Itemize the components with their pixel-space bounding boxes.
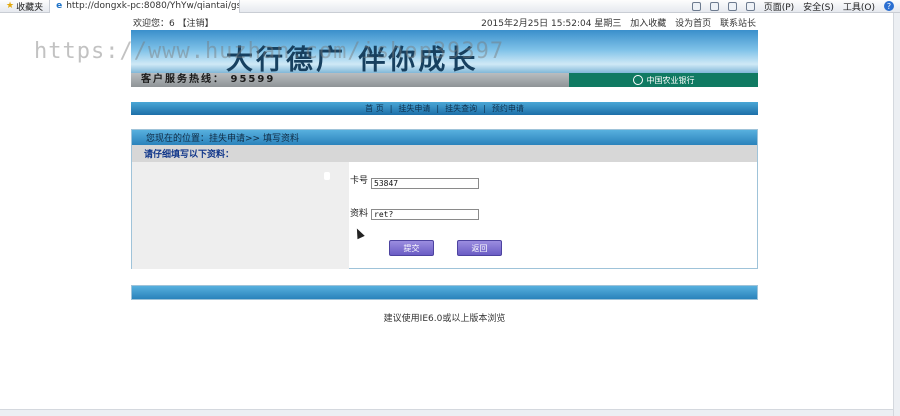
bank-name: 中国农业银行 — [646, 75, 695, 85]
nav-separator: | — [389, 104, 393, 113]
add-favorite-link[interactable]: 加入收藏 — [630, 19, 666, 29]
horizontal-scrollbar[interactable] — [0, 409, 893, 416]
set-homepage-link[interactable]: 设为首页 — [675, 19, 711, 29]
help-icon[interactable]: ? — [884, 1, 894, 11]
nav-loss-apply[interactable]: 挂失申请 — [398, 103, 430, 114]
decorative-mark — [324, 172, 330, 180]
browser-tools: 页面(P) 安全(S) 工具(O) ? — [691, 0, 900, 13]
page-menu[interactable]: 页面(P) — [764, 0, 794, 13]
mail-icon[interactable] — [727, 1, 737, 11]
form-panel: 您现在的位置：挂失申请>> 填写资料 请仔细填写以下资料： 卡号 资料 提交 返… — [131, 129, 758, 269]
footer-bar — [131, 285, 758, 300]
submit-button[interactable]: 提交 — [389, 240, 434, 256]
favorites-label: 收藏夹 — [16, 2, 44, 13]
safety-menu[interactable]: 安全(S) — [803, 0, 834, 13]
info-field: 资料 — [350, 204, 480, 220]
tab-url: http://dongxk-pc:8080/YhYw/qiantai/gssq.… — [66, 1, 241, 11]
card-number-field: 卡号 — [350, 170, 480, 189]
mouse-cursor-icon — [353, 226, 365, 240]
tools-menu[interactable]: 工具(O) — [843, 0, 875, 13]
browser-tip: 建议使用IE6.0或以上版本浏览 — [383, 314, 506, 324]
nav-loss-query[interactable]: 挂失查询 — [445, 103, 477, 114]
top-info-bar: 欢迎您：6 【注销】 2015年2月25日 15:52:04 星期三 加入收藏 … — [131, 15, 758, 30]
feed-icon[interactable] — [709, 1, 719, 11]
left-panel — [132, 162, 349, 269]
browser-tab[interactable]: e http://dongxk-pc:8080/YhYw/qiantai/gss… — [50, 0, 241, 13]
favorites-button[interactable]: ★ 收藏夹 — [0, 0, 51, 13]
welcome-text[interactable]: 欢迎您：6 【注销】 — [133, 16, 214, 29]
breadcrumb: 您现在的位置：挂失申请>> 填写资料 — [132, 130, 757, 145]
bank-logo-icon — [632, 75, 643, 85]
info-input[interactable] — [371, 209, 480, 220]
nav-separator: | — [436, 104, 440, 113]
vertical-scrollbar[interactable] — [893, 13, 900, 416]
nav-appointment[interactable]: 预约申请 — [492, 103, 524, 114]
watermark-text: https://www.huzhan.com/ishop39397 — [34, 39, 505, 64]
nav-separator: | — [483, 104, 486, 113]
card-number-input[interactable] — [371, 178, 480, 189]
nav-home[interactable]: 首 页 — [365, 103, 384, 114]
top-right-links: 2015年2月25日 15:52:04 星期三 加入收藏 设为首页 联系站长 — [475, 16, 756, 29]
card-number-label: 卡号 — [350, 176, 369, 186]
main-nav: 首 页 | 挂失申请 | 挂失查询 | 预约申请 — [131, 102, 758, 115]
contact-link[interactable]: 联系站长 — [720, 19, 756, 29]
ie-icon: e — [56, 1, 63, 11]
home-icon[interactable] — [691, 1, 701, 11]
print-icon[interactable] — [745, 1, 755, 11]
form-notice: 请仔细填写以下资料： — [132, 145, 757, 162]
star-icon: ★ — [6, 1, 15, 11]
back-button[interactable]: 返回 — [457, 240, 502, 256]
bank-logo-bar: 中国农业银行 — [569, 73, 758, 87]
hotline-text: 客户服务热线： 95599 — [131, 73, 569, 87]
datetime-text: 2015年2月25日 15:52:04 星期三 — [481, 19, 622, 29]
info-label: 资料 — [350, 208, 369, 219]
browser-toolbar: ★ 收藏夹 e http://dongxk-pc:8080/YhYw/qiant… — [0, 0, 900, 13]
